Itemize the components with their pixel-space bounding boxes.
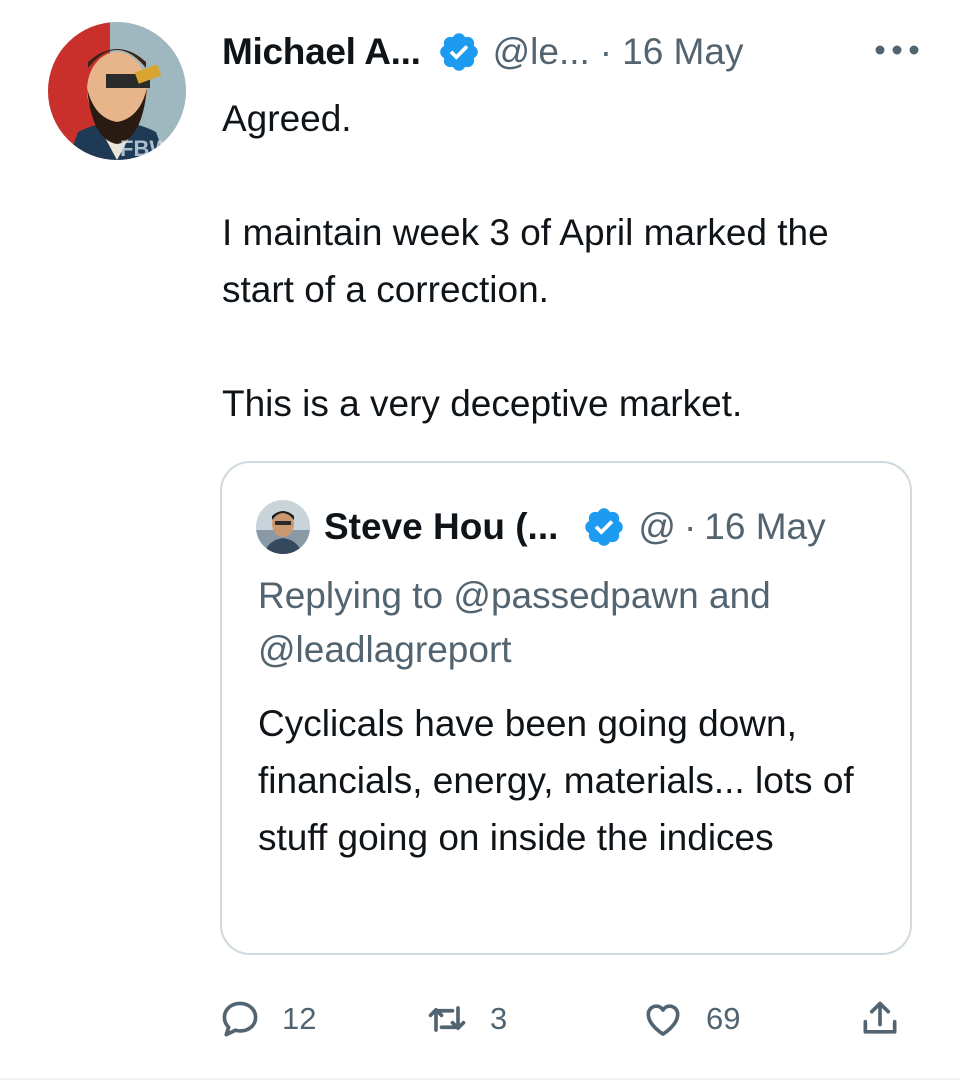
quoted-tweet-header: Steve Hou (... @ · 16 May <box>256 499 826 555</box>
retweet-count: 3 <box>490 1001 508 1036</box>
replying-to-context: Replying to @passedpawn and @leadlagrepo… <box>258 569 898 677</box>
retweet-icon <box>424 997 470 1041</box>
quoted-author-avatar[interactable] <box>256 500 310 554</box>
tweet-divider <box>0 1078 960 1080</box>
svg-text:FBW: FBW <box>120 136 170 160</box>
tweet-line-3: This is a very deceptive market. <box>222 383 743 424</box>
quoted-header-separator: · <box>683 506 697 547</box>
tweet[interactable]: FBW Michael A... @le... · 16 May Agreed.… <box>0 0 960 1083</box>
quoted-tweet-text: Cyclicals have been going down, financia… <box>258 703 854 858</box>
tweet-text: Agreed. I maintain week 3 of April marke… <box>222 90 902 432</box>
quoted-tweet[interactable]: Steve Hou (... @ · 16 May Replying to @p… <box>220 461 912 955</box>
action-bar: 12 3 69 <box>218 994 918 1044</box>
tweet-timestamp[interactable]: 16 May <box>622 31 743 73</box>
author-avatar[interactable]: FBW <box>48 22 186 160</box>
reply-button[interactable]: 12 <box>218 994 316 1044</box>
more-options-icon[interactable] <box>872 38 922 62</box>
header-separator: · <box>599 31 613 72</box>
share-icon <box>858 997 902 1041</box>
tweet-line-1: Agreed. <box>222 98 352 139</box>
author-handle[interactable]: @le... <box>493 31 590 73</box>
quoted-verified-badge-icon <box>582 505 626 549</box>
avatar-image: FBW <box>48 22 186 160</box>
retweet-button[interactable]: 3 <box>424 994 507 1044</box>
reply-icon <box>218 997 262 1041</box>
replying-to-label: Replying to <box>258 575 444 616</box>
verified-badge-icon <box>437 30 481 74</box>
like-button[interactable]: 69 <box>640 994 740 1044</box>
heart-icon <box>640 997 686 1041</box>
author-display-name[interactable]: Michael A... <box>222 31 421 73</box>
like-count: 69 <box>706 1001 741 1036</box>
reply-count: 12 <box>282 1001 317 1036</box>
tweet-header: Michael A... @le... · 16 May <box>222 28 922 76</box>
share-button[interactable] <box>858 994 902 1044</box>
quoted-avatar-image <box>256 500 310 554</box>
reply-mention-2[interactable]: @leadlagreport <box>258 629 512 670</box>
tweet-line-2: I maintain week 3 of April marked the st… <box>222 212 829 310</box>
quoted-tweet-timestamp[interactable]: 16 May <box>704 506 825 548</box>
reply-conjunction: and <box>709 575 771 616</box>
quoted-author-handle[interactable]: @ <box>638 506 676 548</box>
quoted-author-display-name[interactable]: Steve Hou (... <box>324 506 558 548</box>
reply-mention-1[interactable]: @passedpawn <box>453 575 698 616</box>
